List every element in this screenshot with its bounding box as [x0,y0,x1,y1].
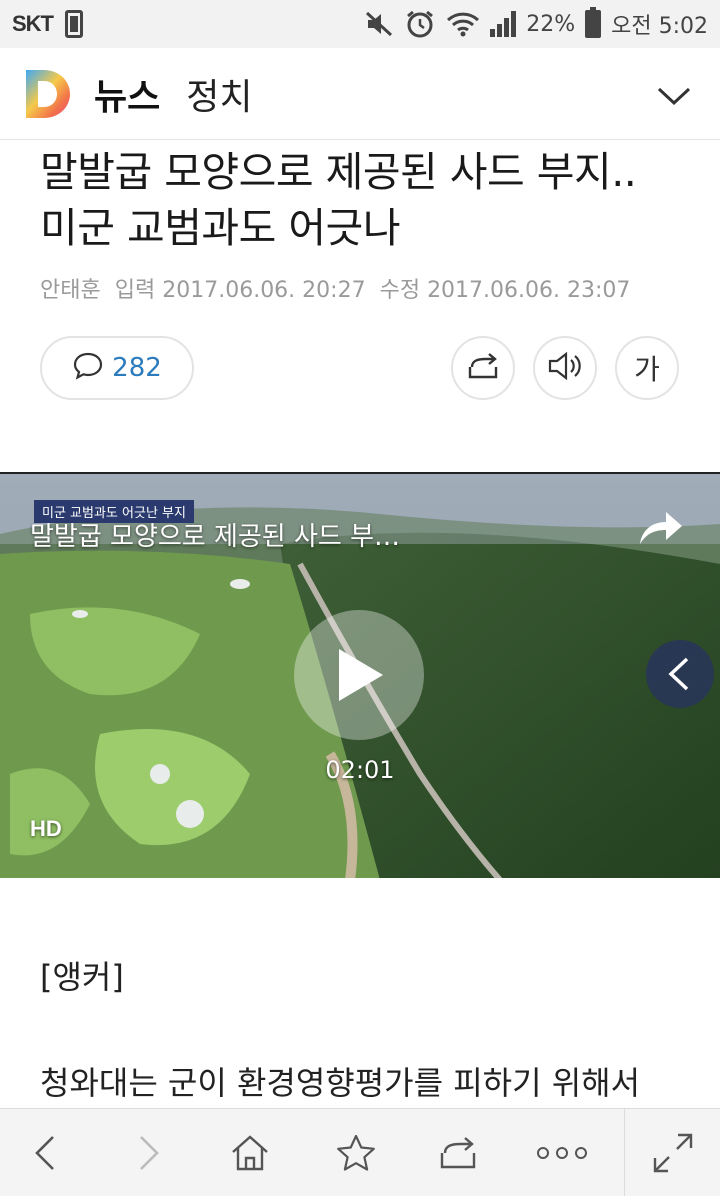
carrier-label: SKT [12,11,54,36]
input-label: 입력 [114,278,156,303]
input-date: 입력 2017.06.06. 20:27 [115,272,366,304]
edit-date: 수정 2017.06.06. 23:07 [380,272,631,304]
anchor-label: [앵커] [40,958,124,996]
chevron-down-icon[interactable] [656,78,692,114]
section-title[interactable]: 정치 [186,68,252,120]
video-duration: 02:01 [325,756,395,784]
mute-icon [364,10,394,38]
battery-percent: 22% [526,11,576,37]
article-title-line: 미군 교범과도 어긋나 [40,204,401,252]
fullscreen-button[interactable] [636,1109,710,1196]
alarm-icon [404,9,436,39]
edit-date-value: 2017.06.06. 23:07 [427,278,631,303]
article-title-line: 말발굽 모양으로 제공된 사드 부지.. [40,148,637,196]
comment-button[interactable]: 282 [40,336,194,400]
battery-icon [585,7,602,38]
video-title: 말발굽 모양으로 제공된 사드 부… [30,522,401,552]
bookmark-button[interactable] [320,1109,392,1196]
more-button[interactable] [524,1109,600,1196]
app-bar: 뉴스 정치 [0,48,720,140]
home-button[interactable] [214,1109,286,1196]
font-size-button[interactable]: 가 [615,336,679,400]
comment-icon [72,351,104,385]
side-collapse-button[interactable] [646,640,714,708]
star-icon [337,1134,375,1171]
article-title: 말발굽 모양으로 제공된 사드 부지.. 미군 교범과도 어긋나 [40,144,690,256]
chevron-left-icon [35,1136,54,1170]
more-dots-icon [537,1147,587,1159]
home-icon [232,1135,268,1171]
back-button[interactable] [10,1109,80,1196]
play-icon [339,649,383,701]
read-aloud-button[interactable] [533,336,597,400]
phone-icon [65,10,83,38]
clock: 오전 5:02 [611,14,708,39]
daum-logo-icon[interactable] [24,68,72,120]
share-icon [440,1137,476,1169]
share-button[interactable] [451,336,515,400]
chevron-left-icon [668,657,689,691]
input-date-value: 2017.06.06. 20:27 [162,278,366,303]
toolbar-divider [624,1109,625,1196]
byline: 안태훈 입력 2017.06.06. 20:27 수정 2017.06.06. … [40,272,630,304]
video-share-icon[interactable] [636,504,684,552]
edit-label: 수정 [379,278,421,303]
comment-count: 282 [112,353,162,383]
status-bar: SKT 22% 오전 5:02 [0,0,720,48]
signal-icon [490,11,517,37]
toolbar-share-button[interactable] [422,1109,494,1196]
wifi-icon [446,10,480,38]
bottom-toolbar [0,1108,720,1196]
play-button[interactable] [294,610,424,740]
video-player[interactable]: 미군 교범과도 어긋난 부지 말발굽 모양으로 제공된 사드 부… 02:01 … [0,472,720,878]
author-name: 안태훈 [40,278,101,303]
app-title[interactable]: 뉴스 [94,68,160,120]
font-size-label: 가 [634,353,660,386]
forward-button[interactable] [114,1109,184,1196]
speaker-icon [546,350,584,386]
article-body-text: 청와대는 군이 환경영향평가를 피하기 위해서 [40,1064,641,1102]
share-icon [466,351,500,385]
chevron-right-icon [140,1136,159,1170]
hd-badge: HD [30,816,62,841]
expand-icon [653,1133,693,1173]
